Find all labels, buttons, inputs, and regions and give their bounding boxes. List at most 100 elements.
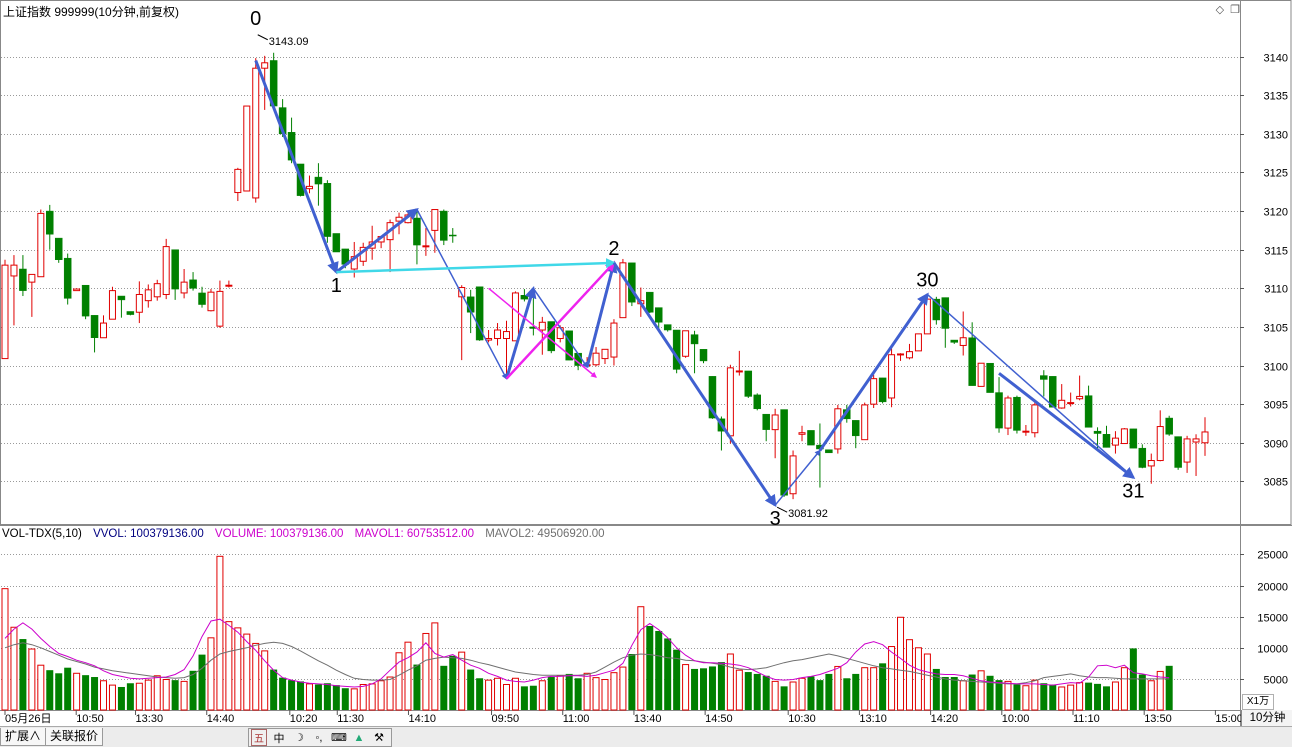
candle-body xyxy=(1013,396,1021,431)
candle-body xyxy=(1120,428,1128,445)
five-icon[interactable]: 五 xyxy=(251,729,267,746)
price-tick-label: 3120 xyxy=(1264,207,1288,219)
volume-bar xyxy=(977,670,985,711)
volume-bar xyxy=(726,653,734,711)
volume-bar xyxy=(243,633,251,711)
candle-body xyxy=(90,315,99,338)
time-tick-label: 13:10 xyxy=(859,713,887,725)
diamond-icon[interactable]: ◇ xyxy=(1216,4,1224,16)
mavol2-value: MAVOL2: 49506920.00 xyxy=(485,528,605,540)
candle xyxy=(753,393,761,411)
volume-bar xyxy=(888,646,896,711)
candle-body xyxy=(108,290,116,320)
triangle-icon[interactable]: ▲ xyxy=(349,732,369,744)
volume-bar xyxy=(923,653,931,711)
candle-body xyxy=(1004,397,1012,429)
volume-bar xyxy=(798,677,806,711)
candle-body xyxy=(950,339,959,343)
candle xyxy=(1013,395,1021,434)
punctuation-icon[interactable]: ◦, xyxy=(309,732,329,744)
volume-bar xyxy=(520,686,528,710)
candle xyxy=(413,211,421,265)
price-callout-line xyxy=(257,34,268,41)
candle-body xyxy=(1111,437,1119,446)
indicator-name[interactable]: VOL-TDX(5,10) xyxy=(2,528,82,540)
volume-bar xyxy=(655,630,663,710)
candle-body xyxy=(1031,404,1039,434)
tab-related-quotes[interactable]: 关联报价 xyxy=(45,728,104,746)
candle-body xyxy=(1076,395,1084,400)
volume-bar xyxy=(332,685,340,710)
candle-body xyxy=(126,311,135,315)
candle xyxy=(905,343,913,360)
volume-bar xyxy=(162,679,170,711)
candle-body xyxy=(1102,434,1111,448)
candle-body xyxy=(332,233,341,253)
chinese-input-icon[interactable]: 中 xyxy=(269,730,289,746)
candle-body xyxy=(135,293,143,313)
restore-window-icon[interactable]: ❐ xyxy=(1230,4,1240,16)
volume-bar xyxy=(449,655,457,710)
volume-bar xyxy=(861,667,869,711)
volume-bar xyxy=(1085,682,1093,710)
candle xyxy=(81,284,90,320)
candle xyxy=(735,350,743,376)
candle-body xyxy=(520,295,529,300)
volume-bar xyxy=(905,639,913,711)
volume-bar xyxy=(1111,681,1119,711)
candle xyxy=(950,339,959,344)
candle xyxy=(1058,384,1066,409)
volume-bar xyxy=(297,681,305,710)
time-tick-label: 10:00 xyxy=(1002,713,1030,725)
wave-segment xyxy=(335,208,419,274)
candle xyxy=(100,315,108,339)
volume-bar xyxy=(735,669,743,711)
moon-icon[interactable]: ☽ xyxy=(289,731,309,744)
candle-body xyxy=(234,168,242,194)
candle-body xyxy=(511,292,519,342)
volume-bar xyxy=(64,667,72,710)
price-tick-label: 3090 xyxy=(1264,439,1288,451)
volume-bar xyxy=(19,639,27,710)
price-tick-label: 3100 xyxy=(1264,362,1288,374)
mavol1-value: MAVOL1: 60753512.00 xyxy=(354,528,474,540)
volume-bar xyxy=(1094,683,1102,710)
candle-body xyxy=(63,257,72,299)
volume-bar xyxy=(1102,686,1110,710)
candle xyxy=(314,163,323,206)
volume-tick-label: 25000 xyxy=(1257,550,1288,562)
chart-canvas[interactable]: 3085309030953100310531103115312031253130… xyxy=(0,0,1292,726)
candle xyxy=(1138,444,1147,469)
volume-bar xyxy=(789,681,797,711)
volume-unit-label: X1万 xyxy=(1242,694,1274,710)
candle-body xyxy=(216,290,224,327)
candle-body xyxy=(1147,460,1155,467)
candle-body xyxy=(905,351,913,359)
drawing-toolbox: 五 中 ☽ ◦, ⌨ ▲ ⚒ xyxy=(248,728,392,747)
period-label[interactable]: 10分钟 xyxy=(1241,710,1292,726)
candle-body xyxy=(252,67,260,199)
volume-bar xyxy=(592,677,600,711)
volume-bar xyxy=(1,588,9,711)
candle-body xyxy=(19,268,27,291)
candle xyxy=(1040,370,1048,397)
candle xyxy=(90,315,99,353)
candle xyxy=(807,430,815,446)
candle-body xyxy=(28,273,36,283)
candle-body xyxy=(100,322,108,339)
candle-body xyxy=(1201,431,1209,444)
volume-bar xyxy=(305,683,313,711)
candle-body xyxy=(10,264,18,277)
time-tick-label: 10:50 xyxy=(76,713,104,725)
volume-bar xyxy=(852,673,860,710)
candle xyxy=(1147,453,1155,484)
candle-body xyxy=(646,291,654,313)
keyboard-icon[interactable]: ⌨ xyxy=(329,731,349,744)
volume-bar xyxy=(108,684,116,711)
volume-bar xyxy=(467,669,475,710)
tab-expand[interactable]: 扩展∧ xyxy=(0,728,47,746)
candle-body xyxy=(1138,447,1147,468)
wrench-icon[interactable]: ⚒ xyxy=(369,731,389,744)
candle xyxy=(189,272,197,291)
candle xyxy=(153,279,161,301)
